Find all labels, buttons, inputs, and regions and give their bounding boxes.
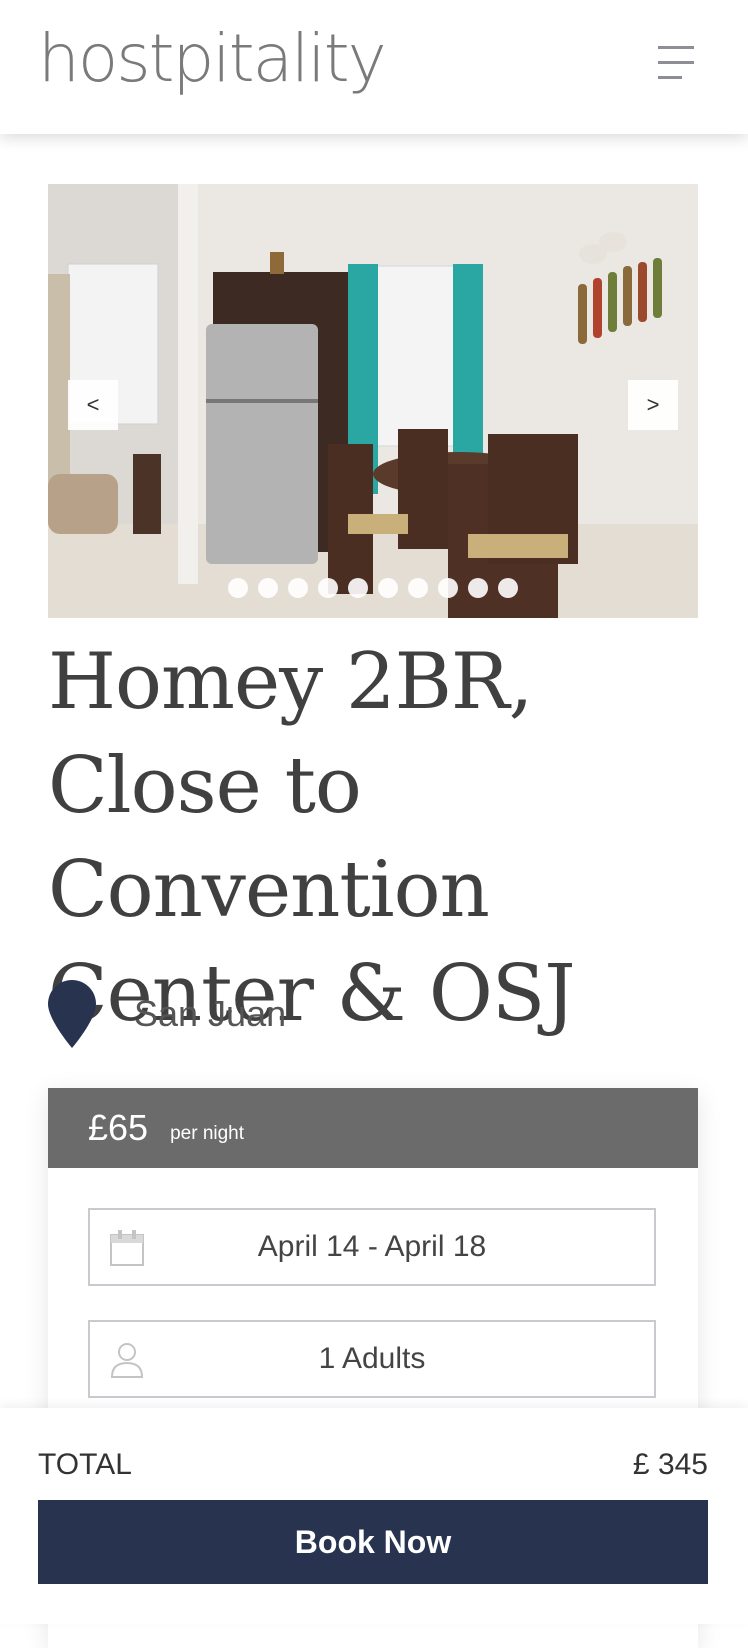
- carousel-dot[interactable]: [498, 578, 518, 598]
- listing-photo: [48, 184, 698, 618]
- book-now-button[interactable]: Book Now: [38, 1500, 708, 1584]
- carousel-dot[interactable]: [288, 578, 308, 598]
- person-icon: [110, 1343, 144, 1378]
- price-bar: £65 per night: [48, 1088, 698, 1168]
- booking-footer: TOTAL £ 345 Book Now: [0, 1408, 748, 1624]
- carousel-dot[interactable]: [228, 578, 248, 598]
- map-pin-icon: [48, 980, 96, 1048]
- calendar-icon: [110, 1230, 144, 1266]
- carousel-dot[interactable]: [468, 578, 488, 598]
- hamburger-menu-icon[interactable]: [658, 46, 694, 80]
- carousel-dot[interactable]: [438, 578, 458, 598]
- carousel-dot[interactable]: [258, 578, 278, 598]
- carousel-next-button[interactable]: >: [628, 380, 678, 430]
- location-text: San Juan: [134, 993, 287, 1034]
- carousel-prev-button[interactable]: <: [68, 380, 118, 430]
- carousel-dot[interactable]: [348, 578, 368, 598]
- carousel-dot[interactable]: [378, 578, 398, 598]
- total-label: TOTAL: [38, 1448, 132, 1481]
- total-value: £ 345: [632, 1448, 708, 1481]
- guests-value: 1 Adults: [318, 1342, 426, 1375]
- brand-logo[interactable]: hostpitality: [38, 26, 387, 92]
- nightly-price: £65: [88, 1107, 149, 1148]
- photo-carousel[interactable]: < >: [48, 184, 698, 618]
- carousel-dots: [48, 578, 698, 598]
- guests-field[interactable]: 1 Adults: [88, 1320, 656, 1398]
- carousel-dot[interactable]: [408, 578, 428, 598]
- listing-location: San Juan: [48, 980, 286, 1048]
- app-header: hostpitality: [0, 0, 748, 134]
- price-unit: per night: [170, 1123, 245, 1144]
- date-range-value: April 14 - April 18: [257, 1230, 487, 1263]
- carousel-dot[interactable]: [318, 578, 338, 598]
- date-range-field[interactable]: April 14 - April 18: [88, 1208, 656, 1286]
